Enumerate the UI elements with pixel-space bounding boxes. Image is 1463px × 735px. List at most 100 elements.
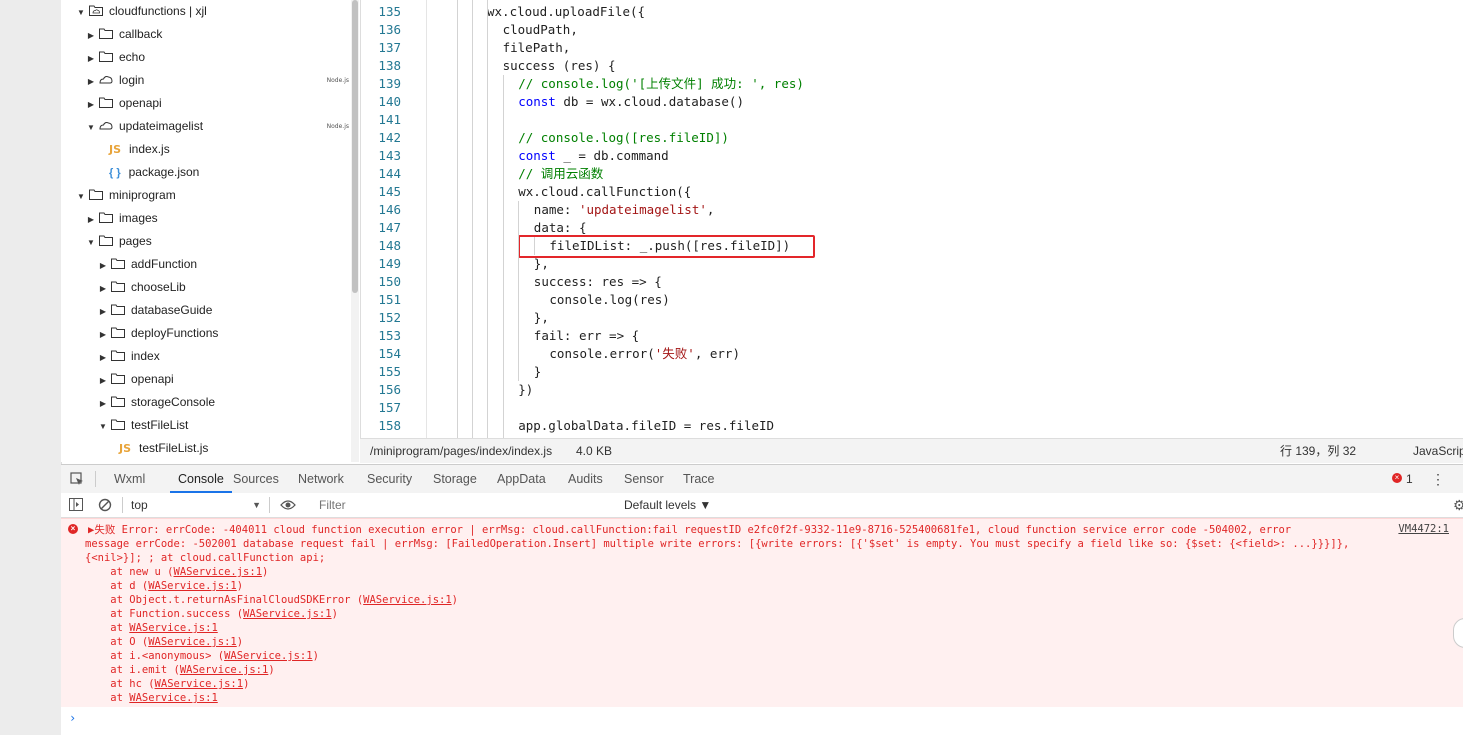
- code-line[interactable]: 146 name: 'updateimagelist',: [361, 201, 1463, 219]
- stack-frame-link[interactable]: WAService.js:1: [148, 636, 237, 648]
- explorer-item[interactable]: ▶ chooseLib: [97, 276, 341, 299]
- console-prompt[interactable]: ›: [61, 707, 1463, 735]
- stack-frame-link[interactable]: WAService.js:1: [155, 678, 244, 690]
- code-line[interactable]: 144 // 调用云函数: [361, 165, 1463, 183]
- tab-console[interactable]: Console: [170, 465, 232, 493]
- chevron-right-icon[interactable]: ▶: [85, 24, 97, 47]
- chevron-right-icon[interactable]: ▶: [85, 93, 97, 116]
- explorer-item[interactable]: ▼ updateimagelist Node.js: [85, 115, 349, 139]
- eye-icon[interactable]: [280, 499, 296, 514]
- code-line[interactable]: 156}): [361, 381, 1463, 399]
- explorer-item[interactable]: ▶ deployFunctions: [97, 322, 341, 345]
- explorer-item[interactable]: ▶ login Node.js: [85, 69, 349, 93]
- chevron-right-icon[interactable]: ▶: [85, 70, 97, 93]
- code-line[interactable]: 145 wx.cloud.callFunction({: [361, 183, 1463, 201]
- code-line[interactable]: 137 filePath,: [361, 39, 1463, 57]
- explorer-item[interactable]: ▶ storageConsole: [97, 391, 341, 414]
- explorer-item[interactable]: ▶ images: [85, 207, 341, 230]
- inspect-element-icon[interactable]: [70, 472, 84, 489]
- explorer-item[interactable]: ▶ callback: [85, 23, 341, 46]
- explorer-item[interactable]: ▶ databaseGuide: [97, 299, 341, 322]
- tab-network[interactable]: Network: [298, 465, 344, 493]
- tab-appdata[interactable]: AppData: [497, 465, 546, 493]
- settings-gear-icon[interactable]: ⚙: [1453, 497, 1463, 514]
- explorer-item[interactable]: ▶ index: [97, 345, 341, 368]
- chevron-down-icon[interactable]: ▼: [85, 116, 97, 139]
- explorer-item[interactable]: JS index.js: [97, 138, 341, 161]
- chevron-right-icon[interactable]: ▶: [97, 323, 109, 346]
- error-count[interactable]: 1: [1406, 465, 1413, 493]
- explorer-item[interactable]: ▶ openapi: [97, 368, 341, 391]
- code-line[interactable]: 152},: [361, 309, 1463, 327]
- code-line[interactable]: 149},: [361, 255, 1463, 273]
- code-line[interactable]: 154 console.error('失败', err): [361, 345, 1463, 363]
- code-line[interactable]: 148 fileIDList: _.push([res.fileID]): [361, 237, 1463, 255]
- stack-frame-link[interactable]: WAService.js:1: [363, 594, 452, 606]
- code-line[interactable]: 155}: [361, 363, 1463, 381]
- explorer-item[interactable]: ▼ pages: [85, 230, 341, 253]
- tab-audits[interactable]: Audits: [568, 465, 603, 493]
- tab-storage[interactable]: Storage: [433, 465, 477, 493]
- explorer-scrollbar-thumb[interactable]: [352, 0, 358, 293]
- explorer-item[interactable]: ▶ echo: [85, 46, 341, 69]
- log-levels-dropdown[interactable]: Default levels ▼: [624, 493, 711, 517]
- chevron-down-icon[interactable]: ▼: [75, 185, 87, 208]
- code-line[interactable]: 147 data: {: [361, 219, 1463, 237]
- tab-sensor[interactable]: Sensor: [624, 465, 664, 493]
- explorer-scrollbar[interactable]: [351, 0, 359, 462]
- code-line[interactable]: 138 success (res) {: [361, 57, 1463, 75]
- stack-frame-link[interactable]: WAService.js:1: [129, 622, 218, 634]
- stack-frame-link[interactable]: WAService.js:1: [148, 580, 237, 592]
- chevron-right-icon[interactable]: ▶: [97, 300, 109, 323]
- code-line[interactable]: 140 const db = wx.cloud.database(): [361, 93, 1463, 111]
- code-line[interactable]: 157: [361, 399, 1463, 417]
- stack-frame-link[interactable]: WAService.js:1: [243, 608, 332, 620]
- explorer-item[interactable]: ▶ openapi: [85, 92, 341, 115]
- chevron-down-icon[interactable]: ▼: [75, 1, 87, 24]
- tab-wxml[interactable]: Wxml: [114, 465, 145, 493]
- code-line[interactable]: 151 console.log(res): [361, 291, 1463, 309]
- explorer-item[interactable]: { } package.json: [97, 161, 341, 184]
- stack-frame-link[interactable]: WAService.js:1: [180, 664, 269, 676]
- more-options-icon[interactable]: ⋮: [1431, 465, 1445, 493]
- error-source-link[interactable]: VM4472:1: [1398, 523, 1449, 535]
- stack-frame-link[interactable]: WAService.js:1: [174, 566, 263, 578]
- tab-security[interactable]: Security: [367, 465, 412, 493]
- explorer-item[interactable]: ▼ cloudfunctions | xjl: [75, 0, 341, 23]
- chevron-down-icon[interactable]: ▼: [85, 231, 97, 254]
- tab-sources[interactable]: Sources: [233, 465, 279, 493]
- chevron-right-icon[interactable]: ▶: [97, 346, 109, 369]
- code-editor[interactable]: 135 wx.cloud.uploadFile({136 cloudPath, 137…: [360, 0, 1463, 438]
- error-text-line[interactable]: ▶失败 Error: errCode: -404011 cloud functi…: [88, 523, 1291, 537]
- chevron-right-icon[interactable]: ▶: [97, 254, 109, 277]
- code-line[interactable]: 142 // console.log([res.fileID]): [361, 129, 1463, 147]
- code-line[interactable]: 143 const _ = db.command: [361, 147, 1463, 165]
- chevron-down-icon[interactable]: ▼: [97, 415, 109, 438]
- error-icon[interactable]: ×: [1392, 473, 1402, 483]
- sidebar-toggle-icon[interactable]: [69, 498, 83, 514]
- explorer-item[interactable]: ▶ addFunction: [97, 253, 341, 276]
- stack-frame-link[interactable]: WAService.js:1: [129, 692, 218, 704]
- chevron-right-icon[interactable]: ▶: [97, 369, 109, 392]
- code-line[interactable]: 135 wx.cloud.uploadFile({: [361, 3, 1463, 21]
- chevron-right-icon[interactable]: ▶: [97, 392, 109, 415]
- clear-console-icon[interactable]: [98, 498, 112, 515]
- explorer-item[interactable]: JS testFileList.js: [107, 437, 341, 460]
- code-line[interactable]: 141: [361, 111, 1463, 129]
- code-line[interactable]: 150 success: res => {: [361, 273, 1463, 291]
- cursor-position[interactable]: 行 139，列 32: [1280, 439, 1356, 463]
- tab-trace[interactable]: Trace: [683, 465, 715, 493]
- chevron-right-icon[interactable]: ▶: [97, 277, 109, 300]
- context-selector[interactable]: top ▼: [131, 493, 261, 517]
- console-filter-input[interactable]: [315, 496, 623, 514]
- explorer-item[interactable]: ▼ miniprogram: [75, 184, 341, 207]
- chevron-right-icon[interactable]: ▶: [85, 47, 97, 70]
- code-line[interactable]: 136 cloudPath,: [361, 21, 1463, 39]
- language-mode[interactable]: JavaScript: [1413, 439, 1463, 463]
- code-line[interactable]: 153 fail: err => {: [361, 327, 1463, 345]
- code-line[interactable]: 139 // console.log('[上传文件] 成功: ', res): [361, 75, 1463, 93]
- chevron-right-icon[interactable]: ▶: [85, 208, 97, 231]
- stack-frame-link[interactable]: WAService.js:1: [224, 650, 313, 662]
- explorer-item[interactable]: ▼ testFileList: [97, 414, 341, 437]
- code-line[interactable]: 158 app.globalData.fileID = res.fileID: [361, 417, 1463, 435]
